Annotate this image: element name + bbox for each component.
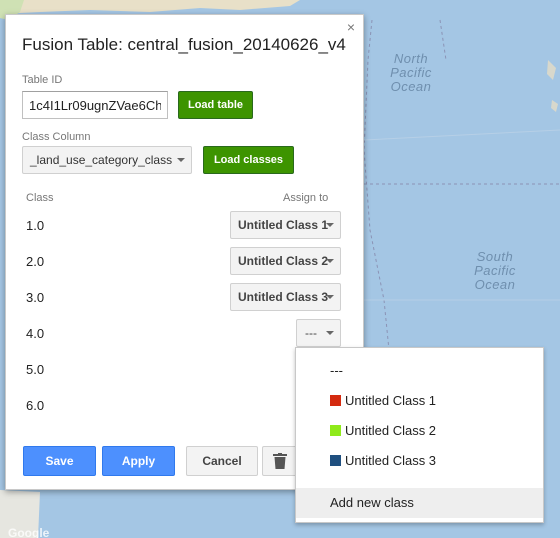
- class-value: 1.0: [26, 218, 45, 233]
- chevron-down-icon: [326, 259, 334, 263]
- assign-select-row-3[interactable]: Untitled Class 3: [230, 283, 341, 311]
- color-swatch: [330, 395, 341, 406]
- north-pacific-label: North Pacific Ocean: [390, 51, 432, 94]
- class-value: 3.0: [26, 290, 45, 305]
- save-button[interactable]: Save: [23, 446, 96, 476]
- trash-icon: [273, 453, 287, 469]
- class-value: 5.0: [26, 362, 45, 377]
- menu-item-label: Untitled Class 2: [345, 423, 437, 438]
- table-id-label: Table ID: [22, 74, 63, 86]
- assign-select-row-4[interactable]: ---: [296, 319, 341, 347]
- menu-item-label: ---: [330, 363, 343, 378]
- color-swatch: [330, 455, 341, 466]
- menu-item-untitled-class-1[interactable]: Untitled Class 1: [296, 386, 543, 416]
- chevron-down-icon: [326, 223, 334, 227]
- load-classes-button[interactable]: Load classes: [203, 146, 294, 174]
- table-id-input[interactable]: [22, 91, 168, 119]
- chevron-down-icon: [326, 331, 334, 335]
- class-value: 4.0: [26, 326, 45, 341]
- menu-item-untitled-class-2[interactable]: Untitled Class 2: [296, 416, 543, 446]
- close-icon[interactable]: ×: [347, 19, 355, 35]
- assign-select-value: Untitled Class 3: [238, 290, 329, 304]
- assign-select-value: Untitled Class 2: [238, 254, 329, 268]
- google-logo: Google: [8, 526, 50, 538]
- class-column-select[interactable]: _land_use_category_class: [22, 146, 192, 174]
- cancel-button[interactable]: Cancel: [186, 446, 258, 476]
- panel-title: Fusion Table: central_fusion_20140626_v4: [22, 35, 346, 54]
- menu-item-untitled-class-3[interactable]: Untitled Class 3: [296, 446, 543, 476]
- south-pacific-label: South Pacific Ocean: [474, 249, 516, 292]
- delete-button[interactable]: [262, 446, 298, 476]
- assign-dropdown-menu: --- Untitled Class 1 Untitled Class 2 Un…: [295, 347, 544, 523]
- chevron-down-icon: [177, 158, 185, 162]
- menu-item-label: Add new class: [330, 495, 414, 510]
- chevron-down-icon: [326, 295, 334, 299]
- menu-item-add-new-class[interactable]: Add new class: [296, 488, 543, 518]
- menu-item-label: Untitled Class 3: [345, 453, 437, 468]
- assign-select-row-1[interactable]: Untitled Class 1: [230, 211, 341, 239]
- load-table-button[interactable]: Load table: [178, 91, 253, 119]
- class-value: 2.0: [26, 254, 45, 269]
- menu-item-none[interactable]: ---: [296, 356, 543, 386]
- menu-item-label: Untitled Class 1: [345, 393, 437, 408]
- apply-button[interactable]: Apply: [102, 446, 175, 476]
- assign-column-header: Assign to: [283, 192, 329, 204]
- assign-select-value: Untitled Class 1: [238, 218, 329, 232]
- class-value: 6.0: [26, 398, 45, 413]
- class-column-label: Class Column: [22, 131, 91, 143]
- assign-select-row-2[interactable]: Untitled Class 2: [230, 247, 341, 275]
- class-column-header: Class: [26, 192, 54, 204]
- color-swatch: [330, 425, 341, 436]
- class-column-value: _land_use_category_class: [30, 153, 173, 167]
- assign-select-value: ---: [305, 326, 317, 340]
